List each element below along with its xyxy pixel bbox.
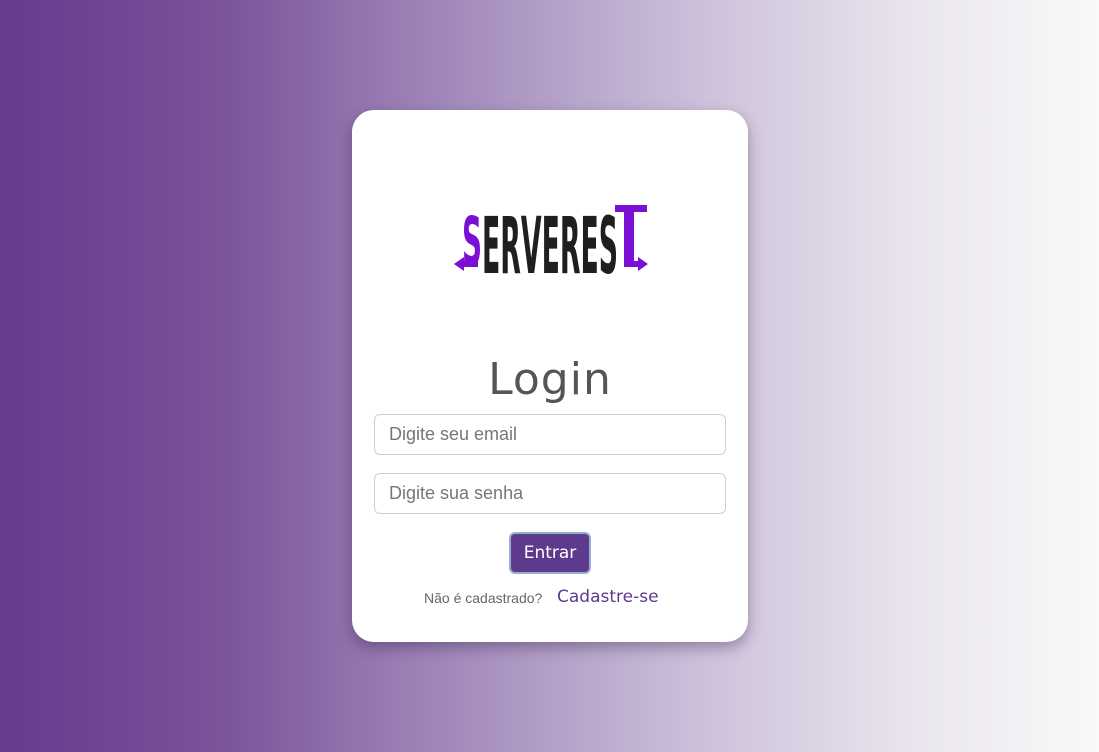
svg-text:S: S [462,203,482,280]
page-title: Login [488,354,612,405]
signup-row: Não é cadastrado? Cadastre-se [352,587,748,611]
signup-question: Não é cadastrado? [424,590,543,606]
signup-link[interactable]: Cadastre-se [557,587,659,607]
serverest-logo: S ERVERES [454,202,648,280]
password-input[interactable] [374,473,726,514]
svg-text:ERVERES: ERVERES [482,202,618,280]
login-button[interactable]: Entrar [509,532,591,574]
email-input[interactable] [374,414,726,455]
login-card: S ERVERES Login Entrar Não é cadastrado?… [352,110,748,642]
